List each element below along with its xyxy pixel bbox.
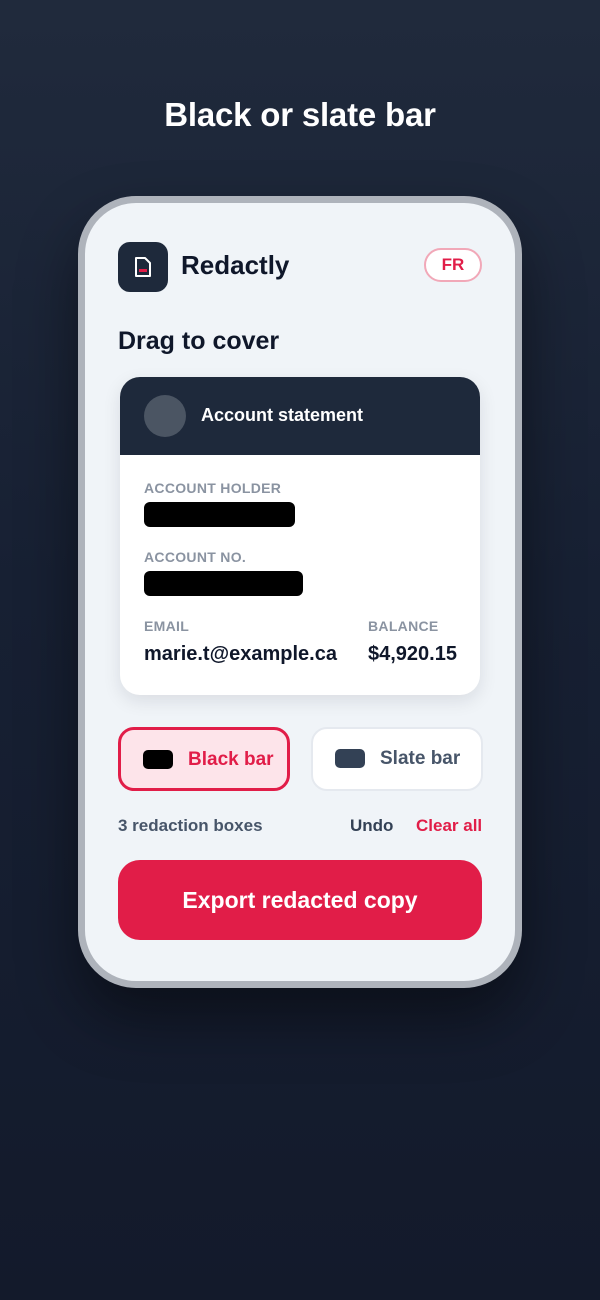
section-title: Drag to cover [118,327,280,355]
screen-headline: Black or slate bar [164,96,436,133]
app-name: Redactly [181,250,290,280]
document-title: Account statement [201,405,364,425]
app-logo [118,242,168,292]
account-holder-label: ACCOUNT HOLDER [144,480,282,496]
email-label: EMAIL [144,618,190,634]
black-bar-label: Black bar [188,749,274,770]
email-value: marie.t@example.ca [144,643,337,665]
document-header: Account statement [120,377,480,455]
slate-bar-option[interactable]: Slate bar [311,727,483,791]
black-swatch [143,750,173,769]
phone-frame: Redactly FR Drag to cover Account statem… [78,196,522,988]
redaction-box-account-no[interactable] [144,571,303,596]
avatar [144,395,186,437]
redaction-count: 3 redaction boxes [118,816,263,835]
account-no-label: ACCOUNT NO. [144,549,247,565]
black-bar-option[interactable]: Black bar [118,727,290,791]
language-toggle-button[interactable]: FR [424,248,482,282]
app-header: Redactly FR [118,242,482,292]
redaction-box-account-holder[interactable] [144,502,295,527]
document-redact-icon [135,257,151,277]
clear-all-button[interactable]: Clear all [416,816,482,836]
slate-bar-label: Slate bar [380,748,461,769]
export-button[interactable]: Export redacted copy [118,860,482,940]
undo-button[interactable]: Undo [350,816,393,836]
balance-label: BALANCE [368,618,439,634]
slate-swatch [335,749,365,768]
document-preview-card[interactable]: Account statement ACCOUNT HOLDER ACCOUNT… [120,377,480,695]
balance-value: $4,920.15 [368,643,457,665]
